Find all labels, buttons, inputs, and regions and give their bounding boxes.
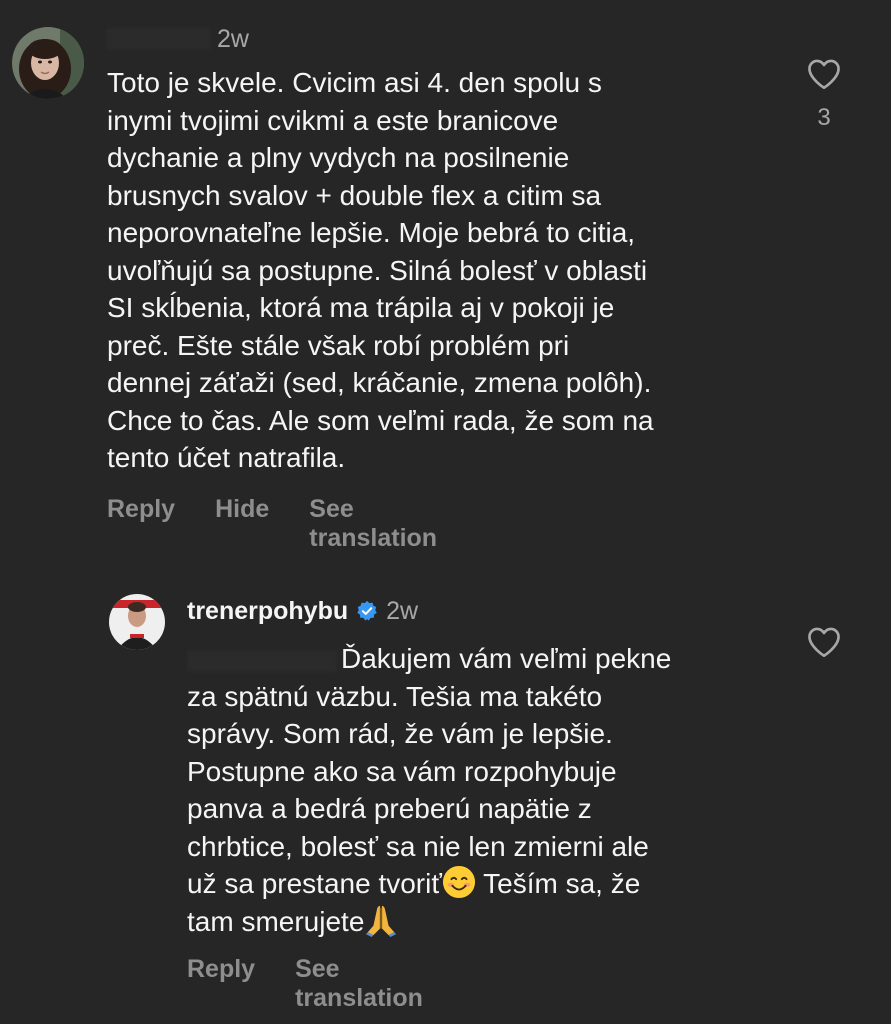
comment-header: trenerpohybu 2w (187, 596, 418, 626)
see-translation-button[interactable]: See translation (309, 495, 437, 553)
comment-text: Ďakujem vám veľmi pekne za spätnú väzbu.… (187, 640, 807, 940)
like-button[interactable] (804, 626, 844, 658)
avatar-photo-icon (12, 27, 84, 99)
comment-actions: Reply Hide See translation (107, 495, 437, 553)
see-translation-button[interactable]: See translation (295, 955, 423, 1013)
heart-outline-icon (808, 627, 840, 658)
avatar[interactable] (109, 594, 165, 650)
reply-button[interactable]: Reply (187, 955, 255, 1013)
like-button[interactable]: 3 (804, 58, 844, 132)
folded-hands-emoji-icon (366, 905, 397, 937)
comment-text: Toto je skvele. Cvicim asi 4. den spolu … (107, 67, 654, 473)
comment-time: 2w (217, 25, 249, 53)
avatar[interactable] (12, 27, 84, 99)
verified-badge-icon (357, 600, 377, 621)
mention-redacted[interactable] (187, 649, 337, 672)
comment-header: 2w (106, 24, 249, 54)
username-redacted[interactable] (106, 28, 211, 50)
reply-button[interactable]: Reply (107, 495, 175, 553)
heart-outline-icon (808, 59, 840, 90)
avatar-photo-icon (109, 594, 165, 650)
comment-time: 2w (386, 597, 419, 625)
username[interactable]: trenerpohybu (187, 596, 348, 626)
smiling-face-emoji-icon (442, 865, 475, 899)
hide-button[interactable]: Hide (215, 495, 269, 553)
like-count: 3 (817, 104, 831, 131)
comment-text-part1: Ďakujem vám veľmi pekne za spätnú väzbu.… (187, 643, 672, 899)
comment-actions: Reply See translation (187, 955, 423, 1013)
